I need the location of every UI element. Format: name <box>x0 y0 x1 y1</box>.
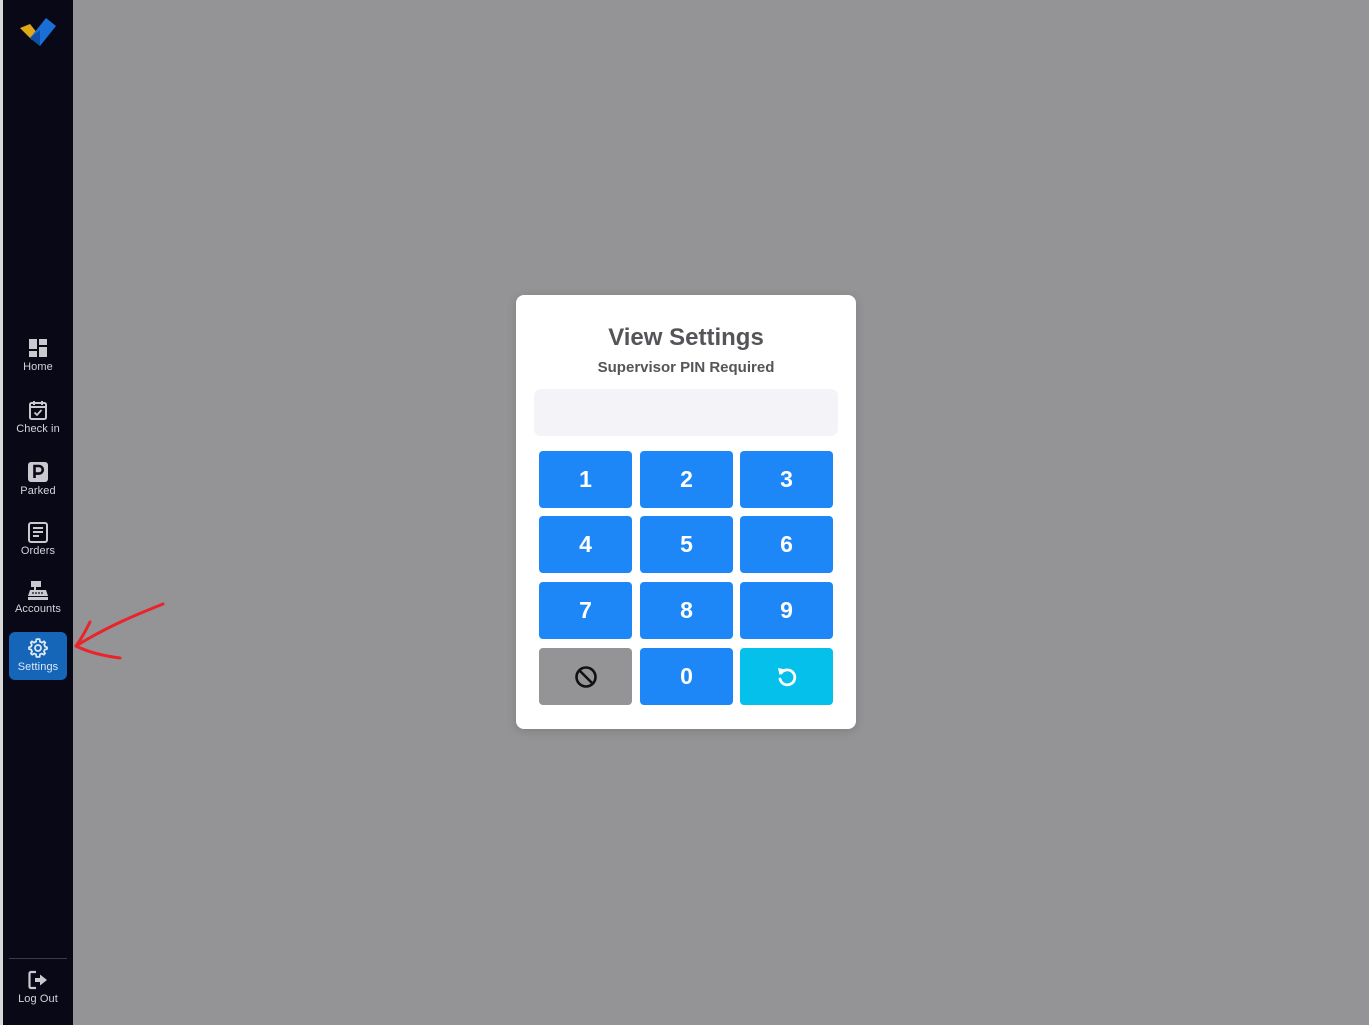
key-5[interactable]: 5 <box>640 516 733 573</box>
sidebar-item-label: Accounts <box>14 603 62 615</box>
sidebar-divider <box>9 958 67 959</box>
key-7[interactable]: 7 <box>539 582 632 639</box>
gear-icon <box>28 638 48 658</box>
parking-icon <box>28 462 48 482</box>
sidebar-item-home[interactable]: Home <box>9 334 67 382</box>
key-1[interactable]: 1 <box>539 451 632 508</box>
cash-register-icon <box>28 581 48 600</box>
clear-button[interactable] <box>539 648 632 705</box>
dialog-title: View Settings <box>608 324 764 351</box>
sidebar-item-settings[interactable]: Settings <box>9 632 67 680</box>
sidebar-item-label: Orders <box>20 545 56 557</box>
logout-button[interactable]: Log Out <box>9 966 67 1014</box>
ban-icon <box>574 665 597 688</box>
pin-input[interactable] <box>534 389 838 436</box>
reset-button[interactable] <box>740 648 833 705</box>
undo-icon <box>777 667 796 686</box>
key-9[interactable]: 9 <box>740 582 833 639</box>
sidebar-item-orders[interactable]: Orders <box>9 518 67 566</box>
app-logo <box>20 18 56 46</box>
sidebar-item-check-in[interactable]: Check in <box>9 396 67 444</box>
annotation-arrow <box>74 602 165 660</box>
sidebar-item-parked[interactable]: Parked <box>9 458 67 506</box>
key-4[interactable]: 4 <box>539 516 632 573</box>
sidebar-item-accounts[interactable]: Accounts <box>9 576 67 624</box>
logout-label: Log Out <box>18 993 58 1005</box>
key-6[interactable]: 6 <box>740 516 833 573</box>
sidebar-item-label: Check in <box>16 423 60 435</box>
sidebar-item-label: Parked <box>20 485 56 497</box>
key-3[interactable]: 3 <box>740 451 833 508</box>
sidebar-item-label: Home <box>23 361 53 373</box>
key-0[interactable]: 0 <box>640 648 733 705</box>
calendar-check-icon <box>29 401 47 420</box>
key-8[interactable]: 8 <box>640 582 733 639</box>
pin-dialog: View Settings Supervisor PIN Required 1 … <box>516 295 856 729</box>
receipt-icon <box>28 522 48 543</box>
logout-icon <box>28 970 47 990</box>
sidebar-item-label: Settings <box>17 661 59 673</box>
dialog-subtitle: Supervisor PIN Required <box>597 359 775 376</box>
key-2[interactable]: 2 <box>640 451 733 508</box>
dashboard-icon <box>29 339 47 357</box>
sidebar: Home Check in Parked Orders Accounts Set… <box>3 0 73 1025</box>
